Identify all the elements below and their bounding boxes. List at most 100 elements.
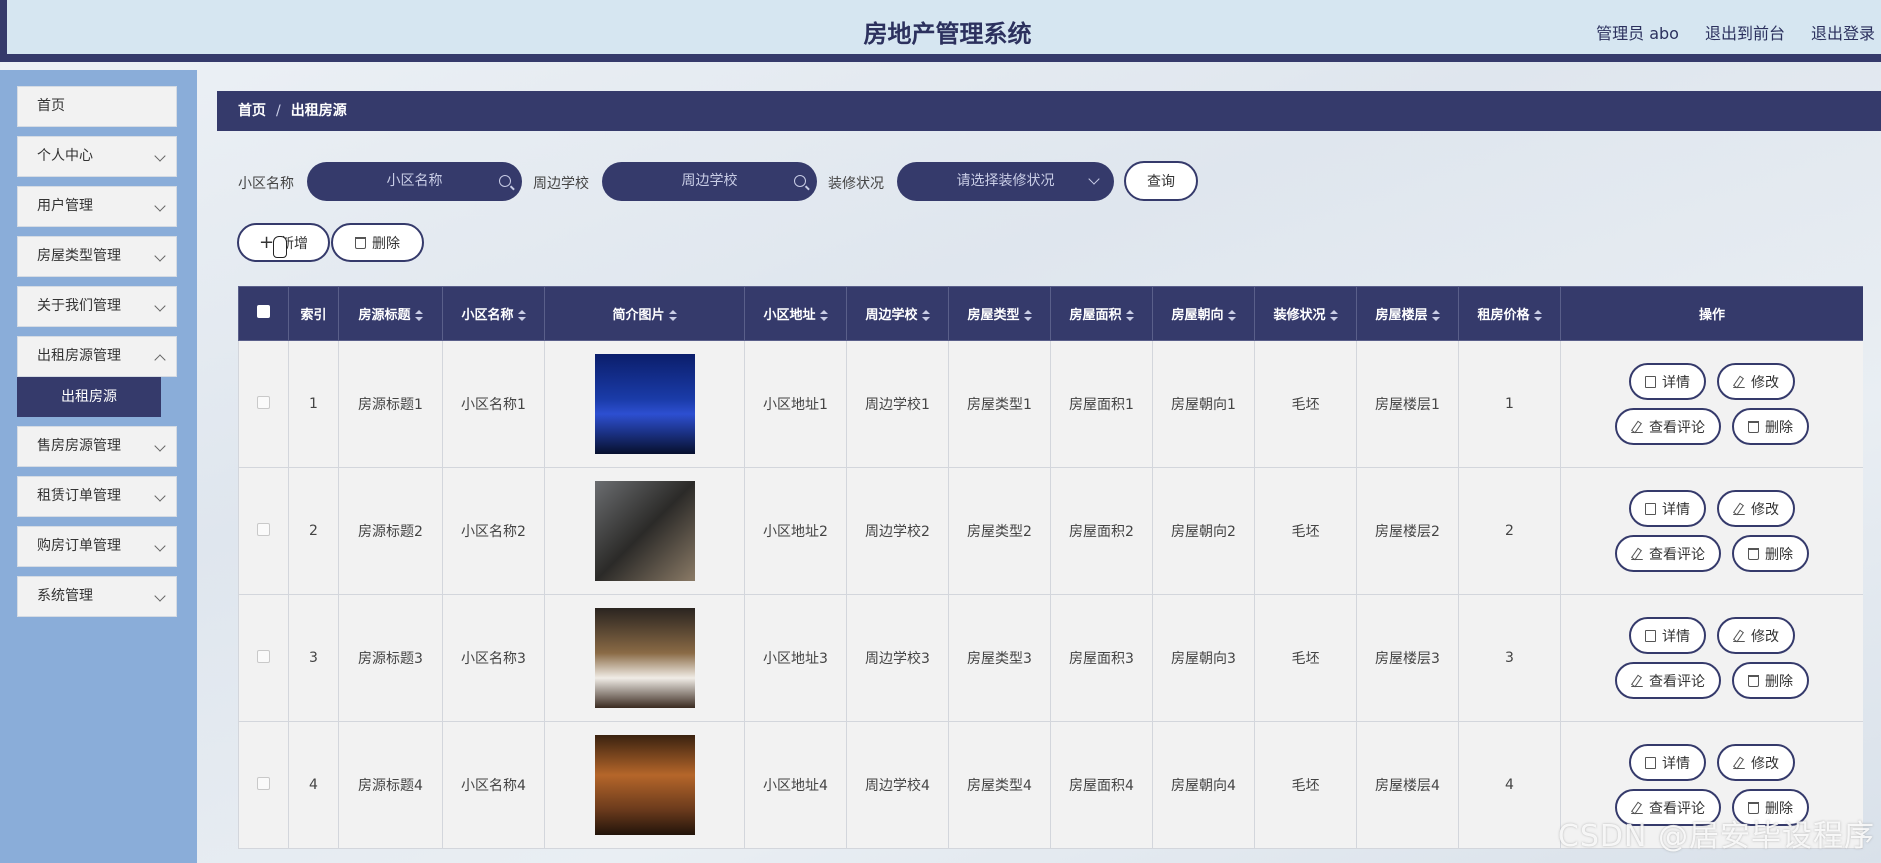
sort-icon[interactable] <box>1125 310 1134 321</box>
detail-button-label: 详情 <box>1662 755 1690 772</box>
batch-delete-button[interactable]: 删除 <box>331 223 424 262</box>
cell-orientation: 房屋朝向3 <box>1152 594 1255 722</box>
sort-icon[interactable] <box>517 310 526 321</box>
sidebar-item-house-type-management[interactable]: 房屋类型管理 <box>17 236 177 277</box>
cell-decoration: 毛坯 <box>1254 721 1357 849</box>
sidebar-item-about-us-management[interactable]: 关于我们管理 <box>17 286 177 327</box>
col-orientation-label: 房屋朝向 <box>1171 308 1224 323</box>
col-floor[interactable]: 房屋楼层 <box>1356 286 1459 341</box>
detail-button[interactable]: 详情 <box>1629 490 1706 527</box>
row-checkbox[interactable] <box>257 776 270 790</box>
sort-icon[interactable] <box>668 310 677 321</box>
detail-button[interactable]: 详情 <box>1629 744 1706 781</box>
delete-button[interactable]: 删除 <box>1732 408 1809 445</box>
edit-button[interactable]: 修改 <box>1717 744 1795 781</box>
admin-user-label[interactable]: 管理员 abo <box>1596 20 1679 44</box>
view-comments-button[interactable]: 查看评论 <box>1615 408 1721 445</box>
cell-index: 4 <box>288 721 339 849</box>
listing-photo[interactable] <box>594 608 695 708</box>
sort-icon[interactable] <box>1023 310 1032 321</box>
sidebar-item-personal-center[interactable]: 个人中心 <box>17 136 177 177</box>
detail-button[interactable]: 详情 <box>1629 363 1706 400</box>
nearby-school-input[interactable]: 周边学校 <box>602 162 817 201</box>
col-address[interactable]: 小区地址 <box>744 286 847 341</box>
select-all-checkbox-cell[interactable] <box>238 286 289 341</box>
delete-button-label: 删除 <box>1765 546 1793 563</box>
sidebar-subitem-rental-listings[interactable]: 出租房源 <box>17 377 161 417</box>
sidebar-item-label: 个人中心 <box>37 148 93 164</box>
table-row: 3 房源标题3 小区名称3 小区地址3 周边学校3 房屋类型3 房屋面积3 房屋… <box>238 594 1863 722</box>
sort-icon[interactable] <box>819 310 828 321</box>
sort-icon[interactable] <box>1329 310 1338 321</box>
pencil-icon <box>1733 757 1745 769</box>
detail-button[interactable]: 详情 <box>1629 617 1706 654</box>
col-orientation[interactable]: 房屋朝向 <box>1152 286 1255 341</box>
logout-link[interactable]: 退出登录 <box>1811 20 1875 44</box>
go-front-link[interactable]: 退出到前台 <box>1705 20 1785 44</box>
chevron-down-icon <box>154 300 166 312</box>
detail-button-label: 详情 <box>1662 374 1690 391</box>
community-name-input[interactable]: 小区名称 <box>307 162 522 201</box>
view-comments-button[interactable]: 查看评论 <box>1615 535 1721 572</box>
cell-type: 房屋类型3 <box>948 594 1051 722</box>
delete-button[interactable]: 删除 <box>1732 662 1809 699</box>
sidebar-item-rental-listings-management[interactable]: 出租房源管理 <box>17 336 177 377</box>
row-checkbox-cell[interactable] <box>238 467 289 595</box>
sort-icon[interactable] <box>1431 310 1440 321</box>
col-image[interactable]: 简介图片 <box>544 286 745 341</box>
col-area[interactable]: 房屋面积 <box>1050 286 1153 341</box>
pencil-icon <box>1631 548 1643 560</box>
edit-button[interactable]: 修改 <box>1717 363 1795 400</box>
edit-button-label: 修改 <box>1751 374 1779 391</box>
col-community[interactable]: 小区名称 <box>442 286 545 341</box>
document-icon <box>1645 629 1656 642</box>
cell-type: 房屋类型2 <box>948 467 1051 595</box>
cell-community: 小区名称1 <box>442 340 545 468</box>
col-image-label: 简介图片 <box>612 308 665 323</box>
decoration-status-select[interactable]: 请选择装修状况 <box>897 162 1114 201</box>
col-title[interactable]: 房源标题 <box>338 286 443 341</box>
cell-price: 2 <box>1458 467 1561 595</box>
select-all-checkbox[interactable] <box>257 305 270 318</box>
sidebar-item-home[interactable]: 首页 <box>17 86 177 127</box>
sort-icon[interactable] <box>921 310 930 321</box>
delete-button[interactable]: 删除 <box>1732 535 1809 572</box>
cell-school: 周边学校2 <box>846 467 949 595</box>
sort-icon[interactable] <box>1227 310 1236 321</box>
cell-school: 周边学校1 <box>846 340 949 468</box>
sidebar-item-user-management[interactable]: 用户管理 <box>17 186 177 227</box>
query-button[interactable]: 查询 <box>1124 161 1198 201</box>
col-area-label: 房屋面积 <box>1069 308 1122 323</box>
col-school[interactable]: 周边学校 <box>846 286 949 341</box>
edit-button[interactable]: 修改 <box>1717 490 1795 527</box>
row-checkbox-cell[interactable] <box>238 721 289 849</box>
col-price[interactable]: 租房价格 <box>1458 286 1561 341</box>
col-decoration[interactable]: 装修状况 <box>1254 286 1357 341</box>
trash-icon <box>1748 420 1759 433</box>
row-checkbox-cell[interactable] <box>238 594 289 722</box>
listing-photo[interactable] <box>594 481 695 581</box>
sidebar-item-purchase-orders-management[interactable]: 购房订单管理 <box>17 526 177 567</box>
listing-photo[interactable] <box>594 735 695 835</box>
sidebar-item-sale-listings-management[interactable]: 售房房源管理 <box>17 426 177 467</box>
sort-icon[interactable] <box>1533 310 1542 321</box>
edit-button[interactable]: 修改 <box>1717 617 1795 654</box>
sidebar-item-system-management[interactable]: 系统管理 <box>17 576 177 617</box>
breadcrumb-home[interactable]: 首页 <box>238 103 266 119</box>
cell-type: 房屋类型4 <box>948 721 1051 849</box>
sort-icon[interactable] <box>414 310 423 321</box>
pencil-icon <box>1631 675 1643 687</box>
view-comments-button[interactable]: 查看评论 <box>1615 662 1721 699</box>
row-checkbox-cell[interactable] <box>238 340 289 468</box>
col-floor-label: 房屋楼层 <box>1375 308 1428 323</box>
col-title-label: 房源标题 <box>358 308 411 323</box>
query-button-label: 查询 <box>1147 174 1175 190</box>
view-comments-button-label: 查看评论 <box>1649 673 1705 690</box>
col-type[interactable]: 房屋类型 <box>948 286 1051 341</box>
row-checkbox[interactable] <box>257 395 270 409</box>
listing-photo[interactable] <box>594 354 695 454</box>
nearby-school-placeholder: 周边学校 <box>681 173 738 189</box>
row-checkbox[interactable] <box>257 522 270 536</box>
row-checkbox[interactable] <box>257 649 270 663</box>
sidebar-item-rental-orders-management[interactable]: 租赁订单管理 <box>17 476 177 517</box>
